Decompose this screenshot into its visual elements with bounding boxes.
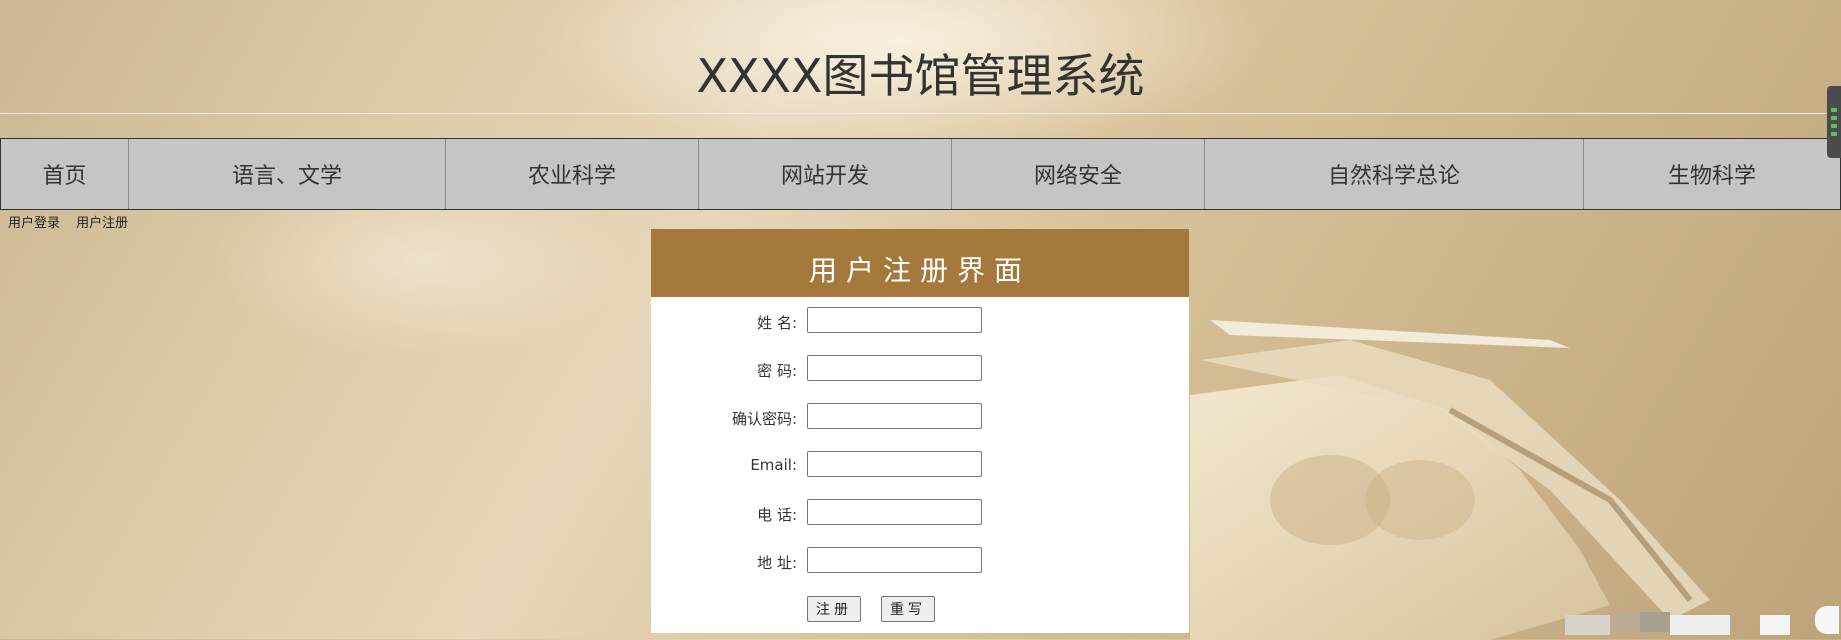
phone-row: 电 话: [651,499,1189,527]
phone-label: 电 话: [757,506,797,524]
email-label: Email: [750,456,797,474]
nav-item-home[interactable]: 首页 [1,139,129,209]
header-divider [0,113,1841,114]
nav-item-agriculture[interactable]: 农业科学 [446,139,699,209]
password-input[interactable] [807,355,982,381]
name-label: 姓 名: [757,314,797,332]
site-header: XXXX图书馆管理系统 [0,0,1841,118]
login-link[interactable]: 用户登录 [8,216,60,231]
register-panel: 用户注册界面 姓 名: 密 码: 确认密码: Email: 电 话: 地 址: … [651,229,1189,633]
name-row: 姓 名: [651,307,1189,335]
password-label: 密 码: [757,362,797,380]
address-input[interactable] [807,547,982,573]
nav-item-literature[interactable]: 语言、文学 [129,139,446,209]
nav-item-network-security[interactable]: 网络安全 [952,139,1205,209]
register-link[interactable]: 用户注册 [76,216,128,231]
confirm-password-row: 确认密码: [651,403,1189,431]
nav-item-web-development[interactable]: 网站开发 [699,139,952,209]
register-title: 用户注册界面 [808,254,1031,287]
email-row: Email: [651,451,1189,479]
main-nav: 首页 语言、文学 农业科学 网站开发 网络安全 自然科学总论 生物科学 [0,138,1841,210]
nav-item-biology[interactable]: 生物科学 [1584,139,1840,209]
name-input[interactable] [807,307,982,333]
nav-item-natural-science[interactable]: 自然科学总论 [1205,139,1584,209]
address-row: 地 址: [651,547,1189,575]
reset-button[interactable]: 重写 [881,596,935,622]
confirm-password-label: 确认密码: [731,410,797,428]
phone-input[interactable] [807,499,982,525]
side-widget-handle[interactable] [1827,86,1841,158]
password-row: 密 码: [651,355,1189,383]
register-submit-button[interactable]: 注册 [807,596,861,622]
register-panel-header: 用户注册界面 [651,229,1189,297]
user-links: 用户登录 用户注册 [8,212,140,231]
confirm-password-input[interactable] [807,403,982,429]
address-label: 地 址: [757,554,797,572]
book-illustration [1190,320,1710,640]
email-input[interactable] [807,451,982,477]
site-title: XXXX图书馆管理系统 [696,49,1145,103]
